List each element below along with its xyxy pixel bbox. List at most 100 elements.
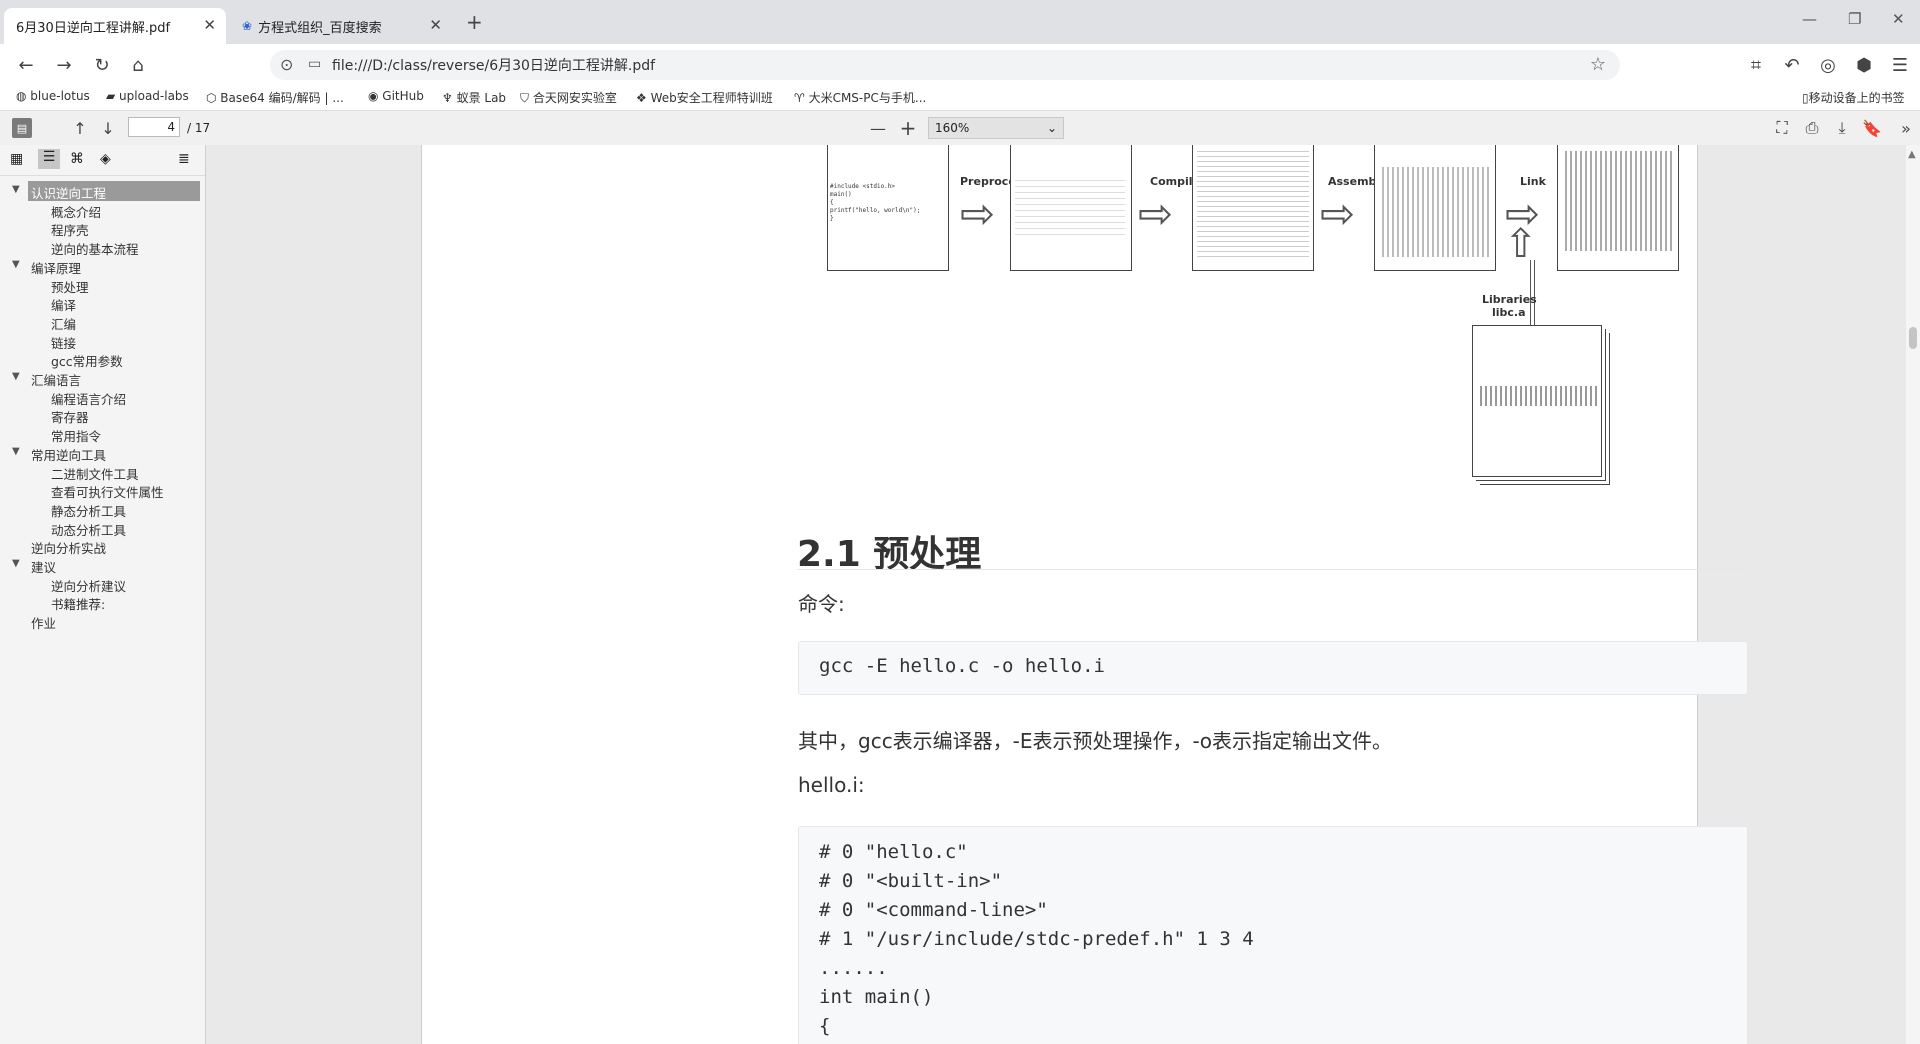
expand-toggle-icon[interactable]: ▼ (12, 184, 20, 195)
bookmark-label: 合天网安实验室 (532, 91, 617, 105)
more-tools-icon[interactable]: » (1896, 118, 1916, 138)
next-page-icon[interactable]: ↓ (98, 118, 118, 138)
outline-item[interactable]: 程序壳 (51, 220, 89, 239)
command-code-block: gcc -E hello.c -o hello.i (798, 641, 1748, 695)
outline-item[interactable]: 书籍推荐: (51, 594, 105, 613)
bookmark-hetian[interactable]: ⛉ 合天网安实验室 (520, 89, 617, 106)
libraries-label: Libraries (1482, 293, 1537, 306)
outline-item[interactable]: 二进制文件工具 (51, 464, 139, 483)
pdf-toolbar: ▤ ↑ ↓ 4 / 17 — + 160% ⌄ ⛶ ⎙ ⤓ 🔖 » (0, 111, 1920, 146)
outline-item[interactable]: 建议 (31, 557, 56, 576)
preprocessed-file-shape (1010, 145, 1132, 271)
reload-icon[interactable]: ↻ (90, 53, 114, 77)
bookmark-dami-cms[interactable]: ♈ 大米CMS-PC与手机... (794, 89, 926, 106)
mobile-bookmarks[interactable]: ▯移动设备上的书签 (1802, 89, 1905, 106)
bookmark-icon[interactable]: 🔖 (1862, 118, 1882, 138)
outline-item[interactable]: 汇编 (51, 314, 76, 333)
shield-icon[interactable]: ⬢ (1852, 53, 1876, 77)
tab-baidu[interactable]: ❀ 方程式组织_百度搜索 ✕ (230, 8, 452, 44)
bookmark-yijing[interactable]: ♆ 蚁景 Lab (442, 89, 506, 106)
outline-item[interactable]: 作业 (31, 613, 56, 632)
outline-item[interactable]: 链接 (51, 333, 76, 352)
current-outline-icon[interactable]: ≣ (178, 151, 190, 167)
layers-icon[interactable]: ◈ (100, 151, 111, 167)
tab-pdf[interactable]: 6月30日逆向工程讲解.pdf ✕ (4, 8, 226, 44)
outline-item[interactable]: 编译原理 (31, 258, 81, 277)
source-code-snippet: #include <stdio.h> main() { printf("hell… (830, 183, 920, 223)
source-line: printf("hello, world\n"); (830, 207, 921, 214)
close-icon[interactable]: ✕ (429, 16, 442, 34)
outline-item[interactable]: 编译 (51, 295, 76, 314)
expand-toggle-icon[interactable]: ▼ (12, 558, 20, 569)
expand-toggle-icon[interactable]: ▼ (12, 259, 20, 270)
prev-page-icon[interactable]: ↑ (70, 118, 90, 138)
outline-item[interactable]: 常用指令 (51, 426, 101, 445)
bookmark-blue-lotus[interactable]: ◍ blue-lotus (16, 89, 90, 103)
close-icon[interactable]: ✕ (203, 16, 216, 34)
sidebar-tools: ▦ ☰ ⌘ ◈ ≣ (0, 145, 205, 176)
outline-item[interactable]: 认识逆向工程 (31, 183, 106, 202)
scroll-thumb[interactable] (1909, 327, 1917, 349)
extension-icon[interactable]: ◎ (1816, 53, 1840, 77)
bookmark-web-training[interactable]: ❖ Web安全工程师特训班 (636, 89, 773, 106)
attachments-icon[interactable]: ⌘ (70, 151, 84, 167)
home-icon[interactable]: ⌂ (126, 53, 150, 77)
outline-icon[interactable]: ☰ (38, 149, 60, 169)
menu-icon[interactable]: ☰ (1888, 53, 1912, 77)
outline-item[interactable]: 逆向分析实战 (31, 538, 106, 557)
scroll-up-icon[interactable]: ▲ (1908, 149, 1916, 160)
outline-item[interactable]: 静态分析工具 (51, 501, 126, 520)
outline-item[interactable]: 常用逆向工具 (31, 445, 106, 464)
object-file-shape (1374, 145, 1496, 271)
outline-item[interactable]: 编程语言介绍 (51, 389, 126, 408)
new-tab-button[interactable]: + (466, 10, 483, 34)
page-total: / 17 (187, 121, 211, 135)
arrow-right-icon: ⇨ (1320, 189, 1356, 238)
outline-item[interactable]: 寄存器 (51, 407, 89, 426)
restore-button[interactable]: ❐ (1848, 10, 1861, 28)
command-text: gcc -E hello.c -o hello.i (819, 655, 1105, 677)
source-line: } (830, 215, 834, 222)
undo-icon[interactable]: ↶ (1780, 53, 1804, 77)
back-icon[interactable]: ← (14, 53, 38, 77)
code-line: ...... (819, 957, 888, 979)
source-file-shape: #include <stdio.h> main() { printf("hell… (827, 145, 949, 271)
present-icon[interactable]: ⛶ (1772, 118, 1792, 138)
bookmark-github[interactable]: ◉ GitHub (368, 89, 424, 103)
outline-item[interactable]: 汇编语言 (31, 370, 81, 389)
star-icon[interactable]: ☆ (1590, 54, 1606, 75)
crop-icon[interactable]: ⌗ (1744, 53, 1768, 77)
outline-item[interactable]: 动态分析工具 (51, 520, 126, 539)
output-label: hello.i: (798, 773, 865, 797)
bookmarks-bar: ◍ blue-lotus ▰ upload-labs ⬡ Base64 编码/解… (0, 86, 1920, 111)
bookmark-upload-labs[interactable]: ▰ upload-labs (106, 89, 189, 103)
outline-item[interactable]: 逆向的基本流程 (51, 239, 139, 258)
save-icon[interactable]: ⤓ (1832, 118, 1852, 138)
outline-item[interactable]: gcc常用参数 (51, 351, 123, 370)
outline-item[interactable]: 查看可执行文件属性 (51, 482, 164, 501)
address-bar[interactable]: ⊙ ▭ file:///D:/class/reverse/6月30日逆向工程讲解… (270, 50, 1620, 80)
document-viewport[interactable]: #include <stdio.h> main() { printf("hell… (206, 145, 1906, 1044)
outline-sidebar: ▦ ☰ ⌘ ◈ ≣ ▼ 认识逆向工程 概念介绍 程序壳 逆向的基本流程 ▼ 编译原理 预处理编… (0, 145, 206, 1044)
outline-item[interactable]: 概念介绍 (51, 202, 101, 221)
minimize-button[interactable]: — (1802, 10, 1817, 28)
print-icon[interactable]: ⎙ (1802, 118, 1822, 138)
zoom-select[interactable]: 160% ⌄ (928, 117, 1064, 139)
vertical-scrollbar[interactable]: ▲ (1906, 145, 1920, 1044)
site-info-icon[interactable]: ⊙ (280, 55, 293, 74)
expand-toggle-icon[interactable]: ▼ (12, 371, 20, 382)
zoom-in-button[interactable]: + (898, 116, 918, 140)
close-window-button[interactable]: ✕ (1892, 10, 1905, 28)
thumbnails-icon[interactable]: ▦ (10, 151, 23, 167)
outline-item[interactable]: 预处理 (51, 277, 89, 296)
expand-toggle-icon[interactable]: ▼ (12, 446, 20, 457)
forward-icon[interactable]: → (52, 53, 76, 77)
page-number-input[interactable]: 4 (128, 117, 180, 137)
outline-item[interactable]: 逆向分析建议 (51, 576, 126, 595)
chevron-down-icon: ⌄ (1046, 121, 1057, 135)
executable-file-shape (1557, 145, 1679, 271)
sidebar-toggle-icon[interactable]: ▤ (12, 118, 32, 138)
bookmark-label: upload-labs (119, 89, 189, 103)
bookmark-base64[interactable]: ⬡ Base64 编码/解码 | ... (206, 89, 344, 106)
zoom-out-button[interactable]: — (868, 118, 888, 138)
